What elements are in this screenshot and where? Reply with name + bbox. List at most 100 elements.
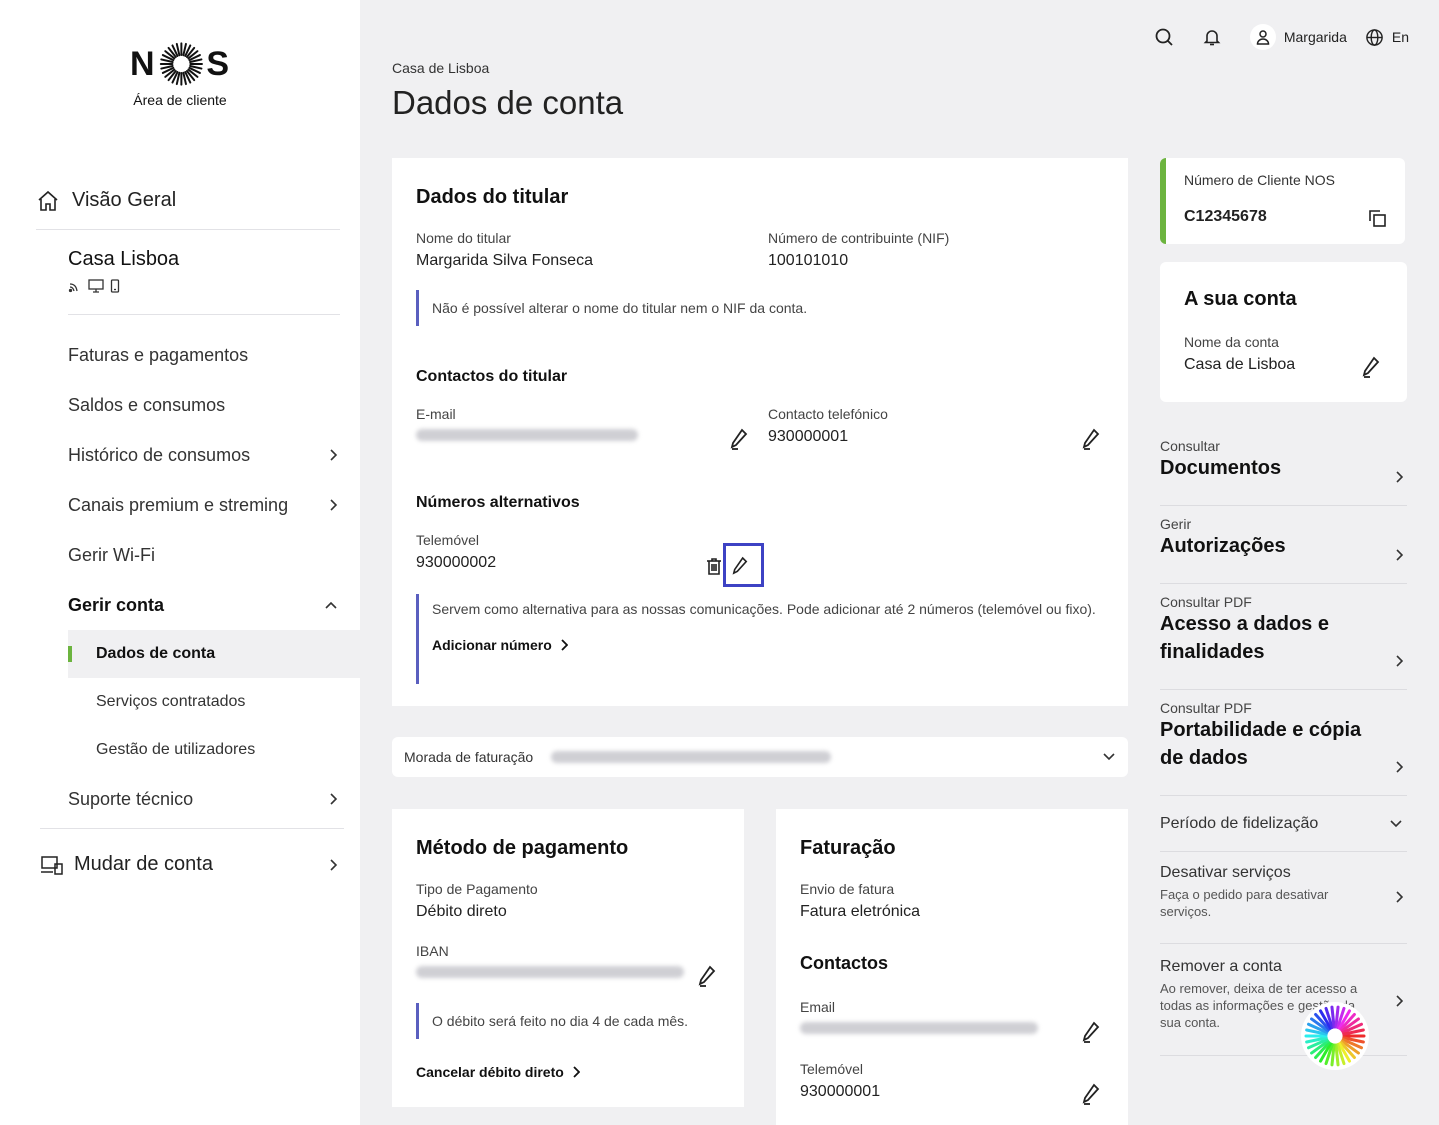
menu-item-balances[interactable]: Saldos e consumos [68, 380, 360, 430]
send-invoice-label: Envio de fatura [800, 881, 895, 897]
billing-address-label: Morada de faturação [404, 749, 534, 765]
holder-note: Não é possível alterar o nome do titular… [416, 290, 1096, 326]
invoicing-title: Faturação [800, 837, 896, 859]
mobile-value: 930000002 [416, 554, 497, 571]
edit-invoicing-mobile-pencil-icon[interactable] [1082, 1083, 1100, 1110]
client-number-label: Número de Cliente NOS [1184, 172, 1335, 188]
cancel-debit-link[interactable]: Cancelar débito direto [416, 1064, 580, 1080]
contacts-title: Contactos do titular [416, 368, 568, 385]
search-icon[interactable] [1154, 27, 1174, 47]
nos-logo[interactable]: N S Área de cliente [130, 38, 230, 108]
chevron-right-icon [560, 639, 568, 651]
alt-note-text: Servem como alternativa para as nossas c… [432, 601, 1096, 617]
fidelity-period-dropdown[interactable]: Período de fidelização [1160, 796, 1407, 852]
menu-item-premium[interactable]: Canais premium e streming [68, 480, 360, 530]
account-menu: Faturas e pagamentos Saldos e consumos H… [68, 330, 360, 824]
edit-account-name-pencil-icon[interactable] [1362, 356, 1380, 383]
logo-letter-n: N [130, 44, 156, 83]
deactivate-desc: Faça o pedido para desativar serviços. [1160, 887, 1329, 919]
edit-iban-pencil-icon[interactable] [698, 965, 716, 992]
current-account[interactable]: Casa Lisboa [68, 230, 340, 315]
payment-type: Débito direto [416, 903, 507, 920]
account-name-value: Casa de Lisboa [1184, 356, 1296, 373]
chevron-right-icon [1395, 994, 1404, 1012]
logo-subtitle: Área de cliente [133, 92, 227, 108]
edit-invoicing-email-pencil-icon[interactable] [1082, 1021, 1100, 1048]
holder-title: Dados do titular [416, 186, 569, 208]
invoicing-card: Faturação Envio de fatura Fatura eletrón… [776, 809, 1128, 1125]
logo-letter-s: S [206, 44, 230, 83]
nav-overview-label: Visão Geral [72, 189, 177, 211]
iban-redacted [416, 966, 684, 978]
link-big-label: Autorizações [1160, 535, 1286, 557]
user-menu[interactable]: Margarida [1249, 24, 1347, 50]
breadcrumb[interactable]: Casa de Lisboa [392, 60, 489, 76]
payment-note-text: O débito será feito no dia 4 de cada mês… [432, 1013, 689, 1029]
phone-value: 930000001 [768, 428, 849, 445]
payment-type-label: Tipo de Pagamento [416, 881, 538, 897]
sidebar: N S Área de cliente Visão Geral Casa Lis… [0, 0, 360, 1125]
assistant-spinner-icon[interactable] [1300, 1001, 1370, 1071]
chevron-right-icon [328, 448, 338, 462]
chevron-right-icon [328, 858, 338, 872]
submenu-item-users[interactable]: Gestão de utilizadores [68, 726, 360, 774]
your-account-title: A sua conta [1184, 288, 1297, 310]
nav-overview[interactable]: Visão Geral [36, 172, 340, 230]
menu-item-wifi[interactable]: Gerir Wi-Fi [68, 530, 360, 580]
holder-name-label: Nome do titular [416, 230, 511, 246]
menu-item-invoices[interactable]: Faturas e pagamentos [68, 330, 360, 380]
your-account-card: A sua conta Nome da conta Casa de Lisboa [1160, 262, 1407, 402]
cancel-debit-label: Cancelar débito direto [416, 1064, 564, 1080]
submenu-item-services[interactable]: Serviços contratados [68, 678, 360, 726]
submenu-label: Dados de conta [96, 645, 216, 662]
language-label: En [1391, 29, 1409, 45]
payment-card: Método de pagamento Tipo de Pagamento Dé… [392, 809, 744, 1107]
submenu-label: Serviços contratados [96, 693, 246, 710]
link-documents[interactable]: Consultar Documentos [1160, 438, 1407, 506]
link-authorizations[interactable]: Gerir Autorizações [1160, 516, 1407, 584]
invoicing-email-label: Email [800, 999, 836, 1015]
submenu-item-account-data[interactable]: Dados de conta [68, 630, 360, 678]
mobile-label: Telemóvel [416, 532, 480, 548]
menu-label: Gerir Wi-Fi [68, 544, 155, 565]
submenu-label: Gestão de utilizadores [96, 741, 256, 758]
holder-name: Margarida Silva Fonseca [416, 252, 593, 269]
chevron-right-icon [1395, 470, 1404, 488]
edit-phone-pencil-icon[interactable] [1082, 428, 1100, 455]
copy-icon[interactable] [1367, 208, 1387, 233]
mobile-icon [110, 279, 120, 293]
language-selector[interactable]: En [1365, 28, 1409, 47]
top-bar: Margarida En [1154, 24, 1409, 50]
menu-item-history[interactable]: Histórico de consumos [68, 430, 360, 480]
chevron-right-icon [1395, 760, 1404, 778]
link-small-label: Consultar PDF [1160, 700, 1252, 716]
link-small-label: Gerir [1160, 516, 1192, 532]
menu-label: Histórico de consumos [68, 444, 251, 465]
chevron-down-icon [1102, 752, 1116, 762]
link-small-label: Consultar [1160, 438, 1220, 454]
edit-email-pencil-icon[interactable] [730, 428, 748, 455]
user-icon [1249, 24, 1276, 50]
add-number-link[interactable]: Adicionar número [432, 636, 568, 654]
switch-device-icon [40, 854, 64, 876]
fidelity-label: Período de fidelização [1160, 814, 1319, 832]
phone-label: Contacto telefónico [768, 406, 888, 422]
alt-note: Servem como alternativa para as nossas c… [416, 594, 1096, 684]
link-portability[interactable]: Consultar PDF Portabilidade e cópia de d… [1160, 700, 1407, 796]
delete-trash-icon[interactable] [704, 556, 724, 581]
link-deactivate-services[interactable]: Desativar serviços Faça o pedido para de… [1160, 864, 1407, 944]
sun-logo-icon [159, 42, 203, 86]
client-number-card: Número de Cliente NOS C12345678 [1160, 158, 1405, 244]
payment-title: Método de pagamento [416, 837, 629, 859]
bell-icon[interactable] [1202, 27, 1222, 47]
menu-item-manage-account[interactable]: Gerir conta [68, 580, 360, 630]
alt-numbers-title: Números alternativos [416, 494, 580, 511]
nav-switch-account[interactable]: Mudar de conta [40, 828, 344, 900]
billing-address-dropdown[interactable]: Morada de faturação [392, 737, 1128, 777]
chevron-right-icon [1395, 890, 1404, 908]
chevron-right-icon [1395, 548, 1404, 566]
globe-icon [1365, 28, 1384, 47]
link-data-access[interactable]: Consultar PDF Acesso a dados e finalidad… [1160, 594, 1407, 690]
focus-highlight [723, 543, 764, 587]
menu-item-support[interactable]: Suporte técnico [68, 774, 360, 824]
